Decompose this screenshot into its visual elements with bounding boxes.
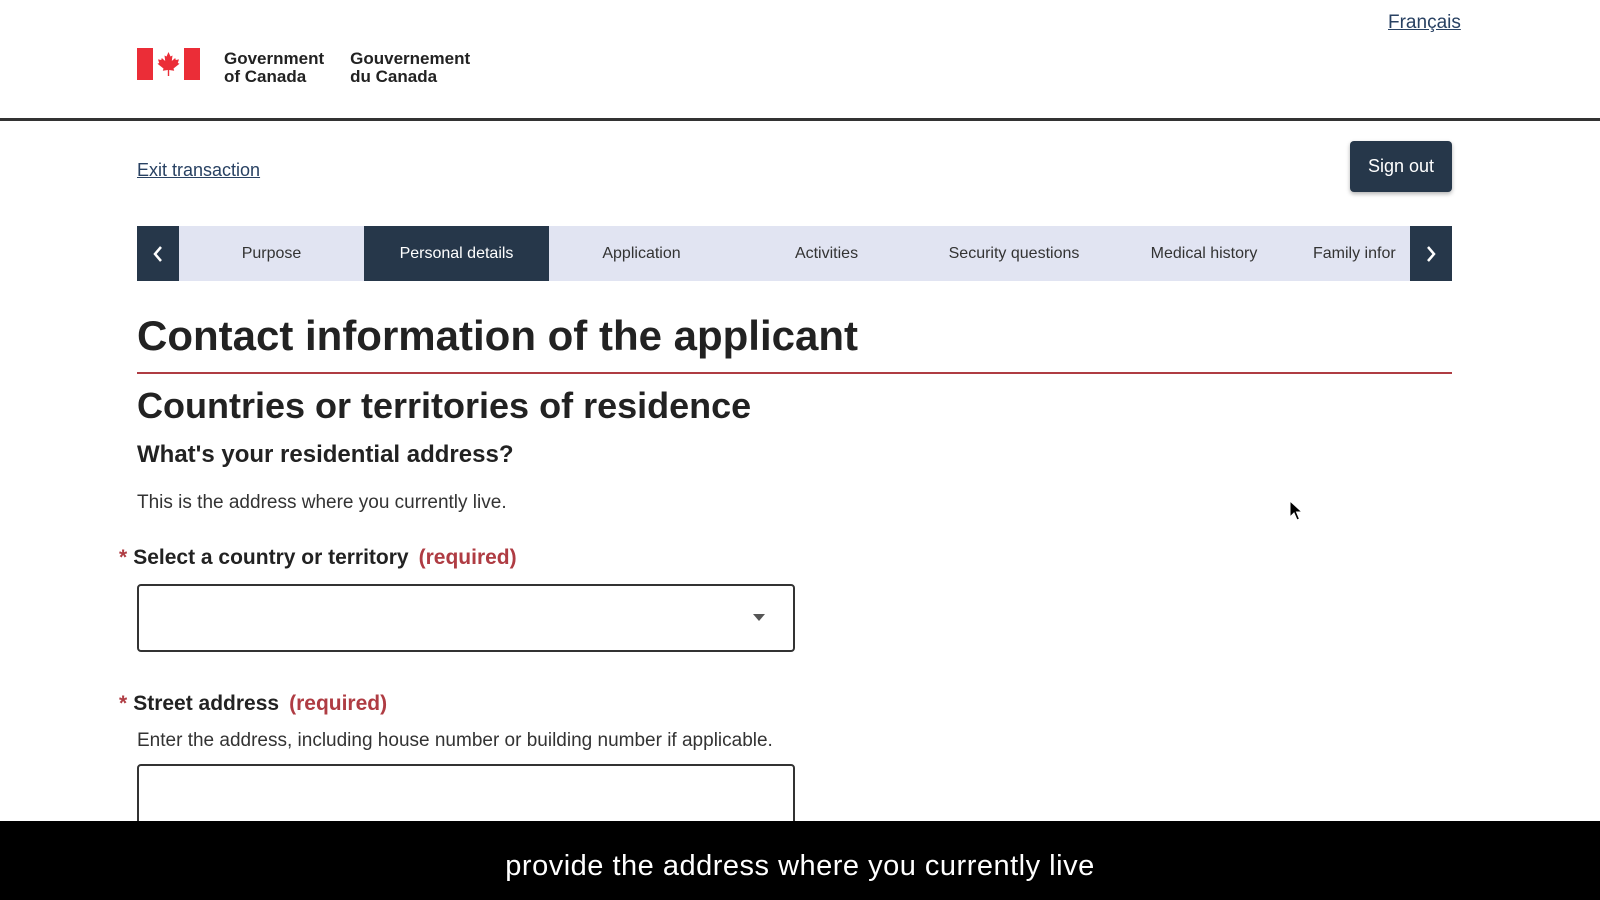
required-indicator: (required) — [418, 546, 517, 569]
step-purpose[interactable]: Purpose — [179, 226, 364, 281]
step-medical-history[interactable]: Medical history — [1109, 226, 1299, 281]
street-address-hint: Enter the address, including house numbe… — [137, 730, 773, 751]
address-question: What's your residential address? — [137, 441, 514, 468]
mouse-pointer-icon — [1289, 500, 1303, 521]
brand-english: Government of Canada — [224, 50, 324, 86]
country-label-text: Select a country or territory — [133, 546, 409, 569]
brand-english-line2: of Canada — [224, 67, 307, 86]
caret-down-icon — [753, 614, 765, 621]
step-label: Security questions — [948, 244, 1080, 262]
stepper-prev-button[interactable] — [137, 226, 179, 281]
page-title: Contact information of the applicant — [137, 312, 858, 359]
chevron-right-icon — [1427, 245, 1436, 262]
address-helper-text: This is the address where you currently … — [137, 492, 507, 513]
street-field-label: * Street address (required) — [119, 692, 387, 716]
section-title: Countries or territories of residence — [137, 385, 752, 426]
brand-french-line1: Gouvernement — [350, 49, 471, 68]
step-label: Family infor — [1313, 244, 1396, 262]
chevron-left-icon — [153, 245, 162, 262]
step-activities[interactable]: Activities — [734, 226, 919, 281]
step-family-information[interactable]: Family infor — [1299, 226, 1410, 281]
step-label: Personal details — [399, 244, 514, 262]
brand-english-line1: Government — [224, 49, 325, 68]
step-security-questions[interactable]: Security questions — [919, 226, 1109, 281]
header-divider — [0, 118, 1600, 121]
canada-flag-icon — [137, 48, 200, 80]
video-caption-text: provide the address where you currently … — [505, 850, 1095, 882]
step-label: Application — [602, 244, 681, 262]
country-select[interactable] — [137, 584, 795, 652]
language-toggle-link[interactable]: Français — [1388, 12, 1461, 34]
step-label: Medical history — [1150, 244, 1258, 262]
step-application[interactable]: Application — [549, 226, 734, 281]
step-label: Activities — [794, 244, 859, 262]
required-asterisk: * — [119, 546, 128, 569]
video-caption-bar: provide the address where you currently … — [0, 821, 1600, 900]
stepper-next-button[interactable] — [1410, 226, 1452, 281]
sign-out-button[interactable]: Sign out — [1350, 141, 1452, 192]
country-field-label: * Select a country or territory (required) — [119, 546, 517, 570]
exit-transaction-link[interactable]: Exit transaction — [137, 160, 260, 181]
required-indicator: (required) — [289, 692, 388, 715]
street-label-text: Street address — [133, 692, 280, 715]
sign-out-label: Sign out — [1367, 156, 1435, 176]
title-underline — [137, 372, 1452, 374]
progress-stepper: Purpose Personal details Application Act… — [137, 226, 1452, 281]
step-label: Purpose — [241, 244, 302, 262]
government-of-canada-signature[interactable]: Government of Canada Gouvernement du Can… — [137, 48, 470, 86]
required-asterisk: * — [119, 692, 128, 715]
brand-french-line2: du Canada — [350, 67, 438, 86]
step-personal-details[interactable]: Personal details — [364, 226, 549, 281]
brand-french: Gouvernement du Canada — [350, 50, 470, 86]
